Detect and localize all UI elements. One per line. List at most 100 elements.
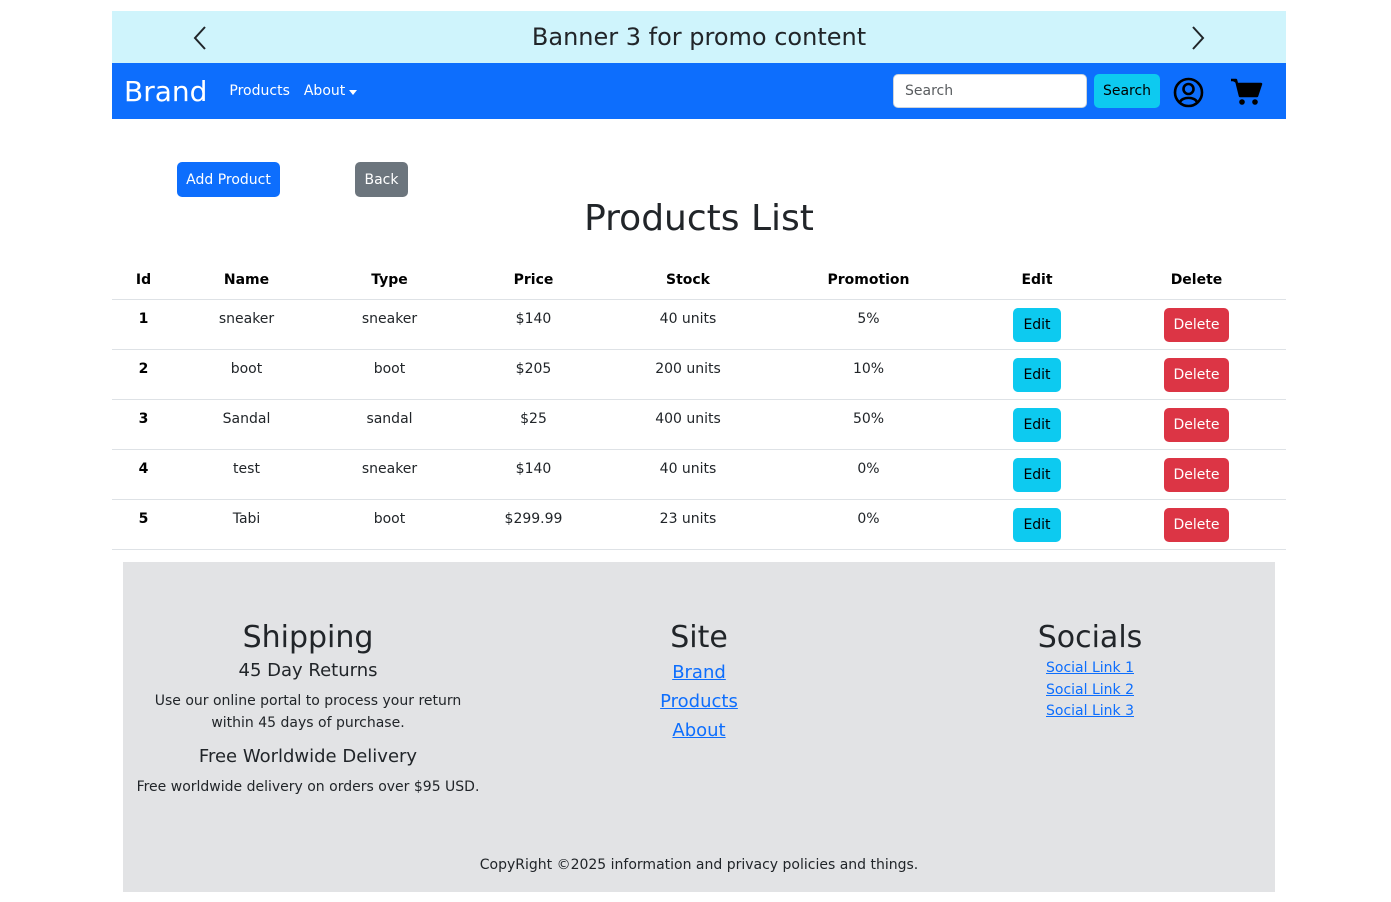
add-product-button[interactable]: Add Product xyxy=(177,162,280,197)
delete-button[interactable]: Delete xyxy=(1164,307,1229,342)
cell-promotion: 0% xyxy=(770,499,967,550)
nav-link-label: About xyxy=(303,83,346,99)
navbar: Brand Products About Search xyxy=(112,63,1286,119)
cell-name: sneaker xyxy=(175,299,318,350)
copyright-text: CopyRight ©2025 information and privacy … xyxy=(479,857,919,873)
edit-button[interactable]: Edit xyxy=(1013,457,1061,492)
social-link-1[interactable]: Social Link 1 xyxy=(990,658,1190,680)
cell-type: sneaker xyxy=(318,449,461,500)
footer-shipping-title: Shipping xyxy=(242,620,374,655)
cell-stock: 200 units xyxy=(606,349,770,400)
column-header-edit: Edit xyxy=(967,262,1107,300)
nav-link-label: Products xyxy=(229,83,290,99)
footer-socials-title: Socials xyxy=(1037,620,1143,655)
cell-type: boot xyxy=(318,349,461,400)
table-row: 2 boot boot $205 200 units 10% Edit Dele… xyxy=(112,349,1286,400)
cell-delete: Delete xyxy=(1107,349,1286,400)
returns-text: Use our online portal to process your re… xyxy=(154,693,462,731)
back-button[interactable]: Back xyxy=(355,162,408,197)
footer-site-title: Site xyxy=(670,620,728,655)
cell-edit: Edit xyxy=(967,299,1107,350)
cell-stock: 400 units xyxy=(606,399,770,450)
cell-type: sandal xyxy=(318,399,461,450)
table-row: 5 Tabi boot $299.99 23 units 0% Edit Del… xyxy=(112,499,1286,550)
returns-title: 45 Day Returns xyxy=(238,660,378,681)
footer-socials-section: Socials Social Link 1 Social Link 2 Soci… xyxy=(990,618,1190,723)
social-link-3[interactable]: Social Link 3 xyxy=(990,701,1190,723)
delete-button[interactable]: Delete xyxy=(1164,507,1229,542)
table-row: 3 Sandal sandal $25 400 units 50% Edit D… xyxy=(112,399,1286,450)
cell-delete: Delete xyxy=(1107,449,1286,500)
cell-delete: Delete xyxy=(1107,299,1286,350)
footer-link-brand[interactable]: Brand xyxy=(599,658,799,687)
cell-promotion: 0% xyxy=(770,449,967,500)
cell-name: boot xyxy=(175,349,318,400)
cell-name: test xyxy=(175,449,318,500)
chevron-left-icon[interactable] xyxy=(190,25,212,51)
page-title: Products List xyxy=(584,198,814,239)
delete-button[interactable]: Delete xyxy=(1164,407,1229,442)
column-header-name: Name xyxy=(175,262,318,300)
cell-price: $205 xyxy=(461,349,606,400)
footer: Shipping 45 Day Returns Use our online p… xyxy=(123,562,1275,892)
cart-icon[interactable] xyxy=(1230,77,1263,106)
column-header-delete: Delete xyxy=(1107,262,1286,300)
cell-price: $299.99 xyxy=(461,499,606,550)
edit-button[interactable]: Edit xyxy=(1013,357,1061,392)
cell-type: sneaker xyxy=(318,299,461,350)
edit-button[interactable]: Edit xyxy=(1013,307,1061,342)
delete-button[interactable]: Delete xyxy=(1164,457,1229,492)
column-header-promotion: Promotion xyxy=(770,262,967,300)
delete-button[interactable]: Delete xyxy=(1164,357,1229,392)
table-row: 1 sneaker sneaker $140 40 units 5% Edit … xyxy=(112,299,1286,350)
column-header-price: Price xyxy=(461,262,606,300)
cell-edit: Edit xyxy=(967,349,1107,400)
column-header-stock: Stock xyxy=(606,262,770,300)
cell-type: boot xyxy=(318,499,461,550)
products-table: Id Name Type Price Stock Promotion Edit … xyxy=(112,262,1286,550)
brand-logo[interactable]: Brand xyxy=(124,75,207,108)
edit-button[interactable]: Edit xyxy=(1013,407,1061,442)
delivery-title: Free Worldwide Delivery xyxy=(198,746,418,767)
edit-button[interactable]: Edit xyxy=(1013,507,1061,542)
cell-price: $140 xyxy=(461,449,606,500)
nav-dropdown-about[interactable]: About xyxy=(303,83,358,99)
column-header-id: Id xyxy=(112,262,175,300)
delivery-text: Free worldwide delivery on orders over $… xyxy=(136,779,480,795)
cell-stock: 23 units xyxy=(606,499,770,550)
cell-id: 5 xyxy=(112,499,175,550)
chevron-right-icon[interactable] xyxy=(1186,25,1208,51)
cell-id: 2 xyxy=(112,349,175,400)
cell-stock: 40 units xyxy=(606,299,770,350)
banner-title: Banner 3 for promo content xyxy=(531,23,867,51)
footer-link-products[interactable]: Products xyxy=(599,687,799,716)
cell-id: 3 xyxy=(112,399,175,450)
nav-link-products[interactable]: Products xyxy=(229,83,289,99)
cell-name: Tabi xyxy=(175,499,318,550)
cell-price: $140 xyxy=(461,299,606,350)
cell-promotion: 50% xyxy=(770,399,967,450)
promo-banner: Banner 3 for promo content xyxy=(112,11,1286,63)
cell-promotion: 10% xyxy=(770,349,967,400)
table-row: 4 test sneaker $140 40 units 0% Edit Del… xyxy=(112,449,1286,500)
cell-stock: 40 units xyxy=(606,449,770,500)
cell-name: Sandal xyxy=(175,399,318,450)
cell-edit: Edit xyxy=(967,399,1107,450)
cell-id: 1 xyxy=(112,299,175,350)
cell-edit: Edit xyxy=(967,499,1107,550)
footer-shipping-section: Shipping 45 Day Returns Use our online p… xyxy=(135,618,481,798)
cell-id: 4 xyxy=(112,449,175,500)
user-circle-icon[interactable] xyxy=(1173,77,1204,108)
caret-down-icon xyxy=(349,89,358,95)
cell-delete: Delete xyxy=(1107,499,1286,550)
table-header-row: Id Name Type Price Stock Promotion Edit … xyxy=(112,262,1286,300)
social-link-2[interactable]: Social Link 2 xyxy=(990,680,1190,702)
cell-edit: Edit xyxy=(967,449,1107,500)
cell-price: $25 xyxy=(461,399,606,450)
search-button[interactable]: Search xyxy=(1094,74,1160,108)
cell-delete: Delete xyxy=(1107,399,1286,450)
footer-link-about[interactable]: About xyxy=(599,716,799,745)
footer-site-section: Site Brand Products About xyxy=(599,618,799,745)
search-input[interactable] xyxy=(893,74,1087,108)
cell-promotion: 5% xyxy=(770,299,967,350)
